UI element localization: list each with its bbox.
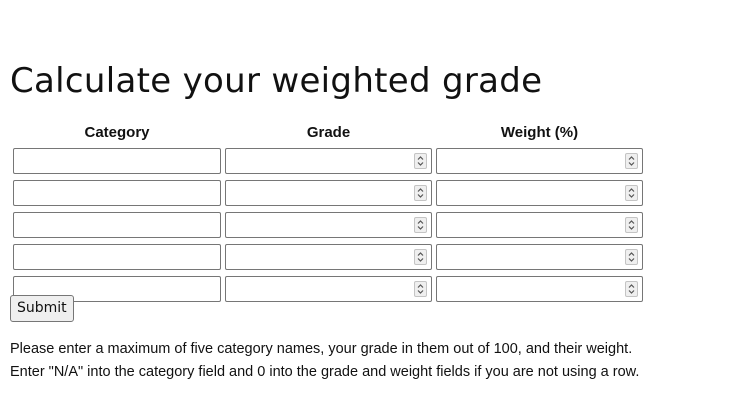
weight-field xyxy=(436,212,643,238)
column-header-category: Category xyxy=(84,123,150,141)
category-input[interactable] xyxy=(13,212,221,238)
column-header-weight: Weight (%) xyxy=(500,123,579,141)
table-row xyxy=(12,146,644,176)
up-down-chevron-icon[interactable] xyxy=(414,217,427,233)
grade-field xyxy=(225,148,432,174)
weight-input[interactable] xyxy=(436,276,643,302)
grade-cell xyxy=(224,274,433,304)
up-down-chevron-icon[interactable] xyxy=(414,185,427,201)
grade-input[interactable] xyxy=(225,212,432,238)
submit-button[interactable]: Submit xyxy=(10,295,74,322)
weight-cell xyxy=(435,210,644,240)
grade-field xyxy=(225,180,432,206)
category-input[interactable] xyxy=(13,180,221,206)
table-row xyxy=(12,274,644,304)
weight-field xyxy=(436,244,643,270)
page-title: Calculate your weighted grade xyxy=(10,61,543,101)
grade-input[interactable] xyxy=(225,244,432,270)
weight-cell xyxy=(435,274,644,304)
grade-field xyxy=(225,244,432,270)
grade-field xyxy=(225,212,432,238)
category-input[interactable] xyxy=(13,148,221,174)
grade-input[interactable] xyxy=(225,148,432,174)
weight-cell xyxy=(435,242,644,272)
weight-field xyxy=(436,148,643,174)
instructions-line-1: Please enter a maximum of five category … xyxy=(10,341,633,357)
grade-input[interactable] xyxy=(225,276,432,302)
instructions-line-2: Enter "N/A" into the category field and … xyxy=(10,364,640,380)
instructions: Please enter a maximum of five category … xyxy=(10,338,740,384)
weight-field xyxy=(436,276,643,302)
up-down-chevron-icon[interactable] xyxy=(625,185,638,201)
column-header-grade: Grade xyxy=(306,123,351,141)
weight-cell xyxy=(435,178,644,208)
weight-input[interactable] xyxy=(436,180,643,206)
grade-field xyxy=(225,276,432,302)
grade-cell xyxy=(224,178,433,208)
grade-cell xyxy=(224,210,433,240)
up-down-chevron-icon[interactable] xyxy=(625,217,638,233)
category-cell xyxy=(12,242,222,272)
table-row xyxy=(12,242,644,272)
category-input[interactable] xyxy=(13,244,221,270)
grade-input[interactable] xyxy=(225,180,432,206)
category-cell xyxy=(12,178,222,208)
up-down-chevron-icon[interactable] xyxy=(414,281,427,297)
grade-table: Category Grade Weight (%) xyxy=(10,118,646,306)
table-row xyxy=(12,178,644,208)
weight-cell xyxy=(435,146,644,176)
table-row xyxy=(12,210,644,240)
weight-field xyxy=(436,180,643,206)
grade-cell xyxy=(224,146,433,176)
up-down-chevron-icon[interactable] xyxy=(625,249,638,265)
grade-cell xyxy=(224,242,433,272)
table-header-row: Category Grade Weight (%) xyxy=(12,120,644,144)
up-down-chevron-icon[interactable] xyxy=(414,249,427,265)
category-cell xyxy=(12,210,222,240)
category-cell xyxy=(12,146,222,176)
weight-input[interactable] xyxy=(436,212,643,238)
up-down-chevron-icon[interactable] xyxy=(414,153,427,169)
up-down-chevron-icon[interactable] xyxy=(625,281,638,297)
up-down-chevron-icon[interactable] xyxy=(625,153,638,169)
table-body xyxy=(12,146,644,304)
weight-input[interactable] xyxy=(436,244,643,270)
weight-input[interactable] xyxy=(436,148,643,174)
